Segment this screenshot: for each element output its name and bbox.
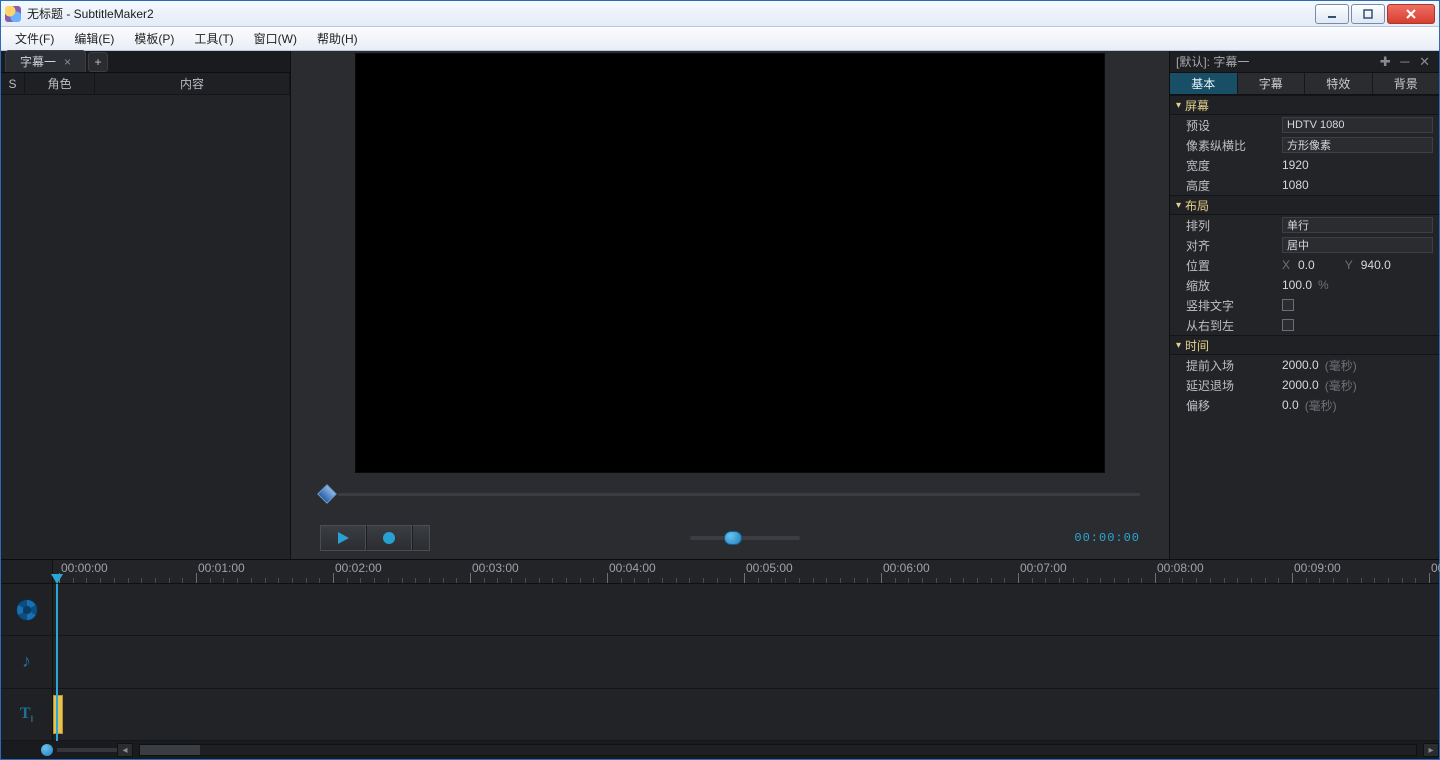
subtitle-list-panel: 字幕一 × + S 角色 内容 [1,51,291,559]
properties-header: [默认]: 字幕一 ✚ ─ ✕ [1170,51,1439,73]
prop-par: 像素纵横比 方形像素 [1170,135,1439,155]
prop-width: 宽度 1920 [1170,155,1439,175]
prop-post-out: 延迟退场 2000.0 (毫秒) [1170,375,1439,395]
post-out-value[interactable]: 2000.0 [1282,378,1319,392]
menu-window[interactable]: 窗口(W) [244,28,307,49]
timeline-hscrollbar[interactable] [139,744,1417,756]
record-button[interactable] [366,525,412,551]
pos-y-value[interactable]: 940.0 [1361,258,1391,272]
prop-height: 高度 1080 [1170,175,1439,195]
subtitle-list-header: S 角色 内容 [1,73,290,95]
play-button[interactable] [320,525,366,551]
tab-background[interactable]: 背景 [1373,73,1440,94]
properties-target-label: [默认]: 字幕一 [1176,53,1249,70]
add-subtitle-tab-button[interactable]: + [88,52,108,72]
menubar: 文件(F) 编辑(E) 模板(P) 工具(T) 窗口(W) 帮助(H) [1,27,1439,51]
track-audio: ♪ [1,636,1439,688]
prop-preset: 预设 HDTV 1080 [1170,115,1439,135]
menu-file[interactable]: 文件(F) [5,28,64,49]
hscroll-right-button[interactable]: ▸ [1423,743,1439,757]
film-icon [16,599,38,621]
subtitle-tab-label: 字幕一 [20,53,56,70]
text-icon: TI [20,705,33,724]
col-header-content[interactable]: 内容 [95,73,290,94]
align-dropdown[interactable]: 居中 [1282,237,1433,253]
track-audio-body[interactable] [53,636,1439,687]
music-note-icon: ♪ [22,651,31,672]
col-header-role[interactable]: 角色 [25,73,95,94]
prop-scale: 缩放 100.0 % [1170,275,1439,295]
workspace: 字幕一 × + S 角色 内容 [1,51,1439,759]
window-title: 无标题 - SubtitleMaker2 [27,5,154,22]
menu-edit[interactable]: 编辑(E) [64,28,124,49]
vertical-text-checkbox[interactable] [1282,299,1294,311]
prop-offset: 偏移 0.0 (毫秒) [1170,395,1439,415]
player-controls: 00:00:00 [320,525,1140,551]
subtitle-list-body[interactable] [1,95,290,559]
track-video-body[interactable] [53,584,1439,635]
timeline-footer: ◂ ▸ [1,741,1439,759]
track-subtitle: TI [1,689,1439,741]
arrange-dropdown[interactable]: 单行 [1282,217,1433,233]
properties-tabs: 基本 字幕 特效 背景 [1170,73,1439,95]
hscroll-thumb[interactable] [140,745,200,755]
track-video [1,584,1439,636]
menu-help[interactable]: 帮助(H) [307,28,368,49]
timeline-playhead[interactable] [56,584,58,741]
prop-pre-in: 提前入场 2000.0 (毫秒) [1170,355,1439,375]
zoom-knob[interactable] [41,744,53,756]
prop-align: 对齐 居中 [1170,235,1439,255]
properties-header-tools[interactable]: ✚ ─ ✕ [1380,54,1433,70]
preview-panel: 00:00:00 [291,51,1169,559]
subtitle-list-tabs: 字幕一 × + [1,51,290,73]
speed-knob[interactable] [724,531,742,545]
rtl-checkbox[interactable] [1282,319,1294,331]
subtitle-tab-1[interactable]: 字幕一 × [5,50,86,72]
width-value[interactable]: 1920 [1282,158,1309,172]
pre-in-value[interactable]: 2000.0 [1282,358,1319,372]
height-value[interactable]: 1080 [1282,178,1309,192]
marker-diamond-icon[interactable] [317,484,337,504]
properties-panel: [默认]: 字幕一 ✚ ─ ✕ 基本 字幕 特效 背景 屏幕 预设 HDTV 1… [1169,51,1439,559]
player-extra-button[interactable] [412,525,430,551]
prop-position: 位置 X 0.0 Y 940.0 [1170,255,1439,275]
par-dropdown[interactable]: 方形像素 [1282,137,1433,153]
subtitle-clip[interactable] [53,695,63,734]
pos-x-value[interactable]: 0.0 [1298,258,1315,272]
offset-value[interactable]: 0.0 [1282,398,1299,412]
preset-dropdown[interactable]: HDTV 1080 [1282,117,1433,133]
prop-rtl: 从右到左 [1170,315,1439,335]
scrub-track[interactable] [338,493,1140,496]
minimize-button[interactable] [1315,4,1349,24]
timeline-ruler[interactable]: 00:00:0000:01:0000:02:0000:03:0000:04:00… [1,560,1439,584]
scale-value[interactable]: 100.0 [1282,278,1312,292]
section-screen[interactable]: 屏幕 [1170,95,1439,115]
video-viewport[interactable] [355,53,1105,473]
tab-basic[interactable]: 基本 [1170,73,1238,94]
titlebar[interactable]: 无标题 - SubtitleMaker2 [1,1,1439,27]
timeline-panel: 00:00:0000:01:0000:02:0000:03:0000:04:00… [1,559,1439,759]
close-button[interactable] [1387,4,1435,24]
app-window: 无标题 - SubtitleMaker2 文件(F) 编辑(E) 模板(P) 工… [0,0,1440,760]
timeline-tracks: ♪ TI [1,584,1439,741]
menu-template[interactable]: 模板(P) [124,28,184,49]
section-time[interactable]: 时间 [1170,335,1439,355]
timecode-display: 00:00:00 [1074,531,1140,545]
panes: 字幕一 × + S 角色 内容 [1,51,1439,559]
prop-arrange: 排列 单行 [1170,215,1439,235]
maximize-button[interactable] [1351,4,1385,24]
close-tab-icon[interactable]: × [64,55,71,69]
hscroll-left-button[interactable]: ◂ [117,743,133,757]
tab-effects[interactable]: 特效 [1305,73,1373,94]
track-subtitle-body[interactable] [53,689,1439,740]
section-layout[interactable]: 布局 [1170,195,1439,215]
prop-vertical-text: 竖排文字 [1170,295,1439,315]
menu-tools[interactable]: 工具(T) [184,28,243,49]
app-icon [5,6,21,22]
zoom-track[interactable] [57,748,117,752]
tab-subtitle[interactable]: 字幕 [1238,73,1306,94]
speed-slider[interactable] [690,536,800,540]
col-header-s[interactable]: S [1,73,25,94]
